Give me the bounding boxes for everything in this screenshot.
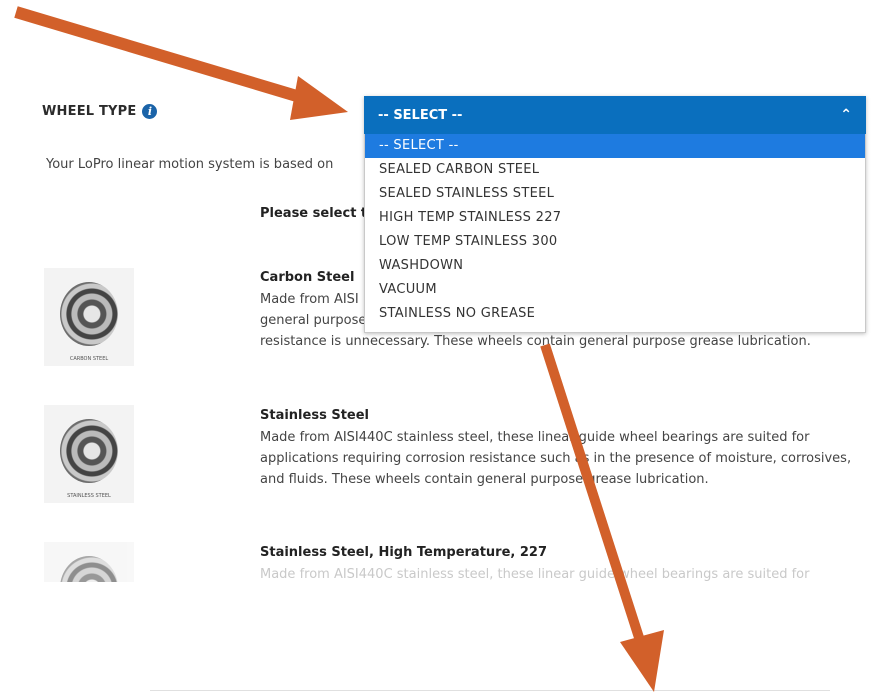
annotation-arrow-down [540, 343, 664, 692]
dropdown-option-select[interactable]: -- SELECT -- [365, 134, 865, 158]
annotation-arrow-top-left [14, 6, 348, 120]
dropdown-option-sealed-stainless-steel[interactable]: SEALED STAINLESS STEEL [365, 182, 865, 206]
dropdown-options-list: -- SELECT -- SEALED CARBON STEEL SEALED … [364, 134, 866, 333]
dropdown-option-washdown[interactable]: WASHDOWN [365, 254, 865, 278]
dropdown-option-sealed-carbon-steel[interactable]: SEALED CARBON STEEL [365, 158, 865, 182]
chevron-up-icon[interactable]: ⌃ [840, 107, 852, 123]
dropdown-option-high-temp-stainless-227[interactable]: HIGH TEMP STAINLESS 227 [365, 206, 865, 230]
wheel-type-dropdown[interactable]: -- SELECT -- ⌃ -- SELECT -- SEALED CARBO… [364, 96, 866, 333]
dropdown-selected-value: -- SELECT -- [378, 107, 463, 123]
dropdown-option-vacuum[interactable]: VACUUM [365, 278, 865, 302]
dropdown-option-low-temp-stainless-300[interactable]: LOW TEMP STAINLESS 300 [365, 230, 865, 254]
dropdown-header[interactable]: -- SELECT -- ⌃ [364, 96, 866, 134]
dropdown-option-stainless-no-grease[interactable]: STAINLESS NO GREASE [365, 302, 865, 326]
